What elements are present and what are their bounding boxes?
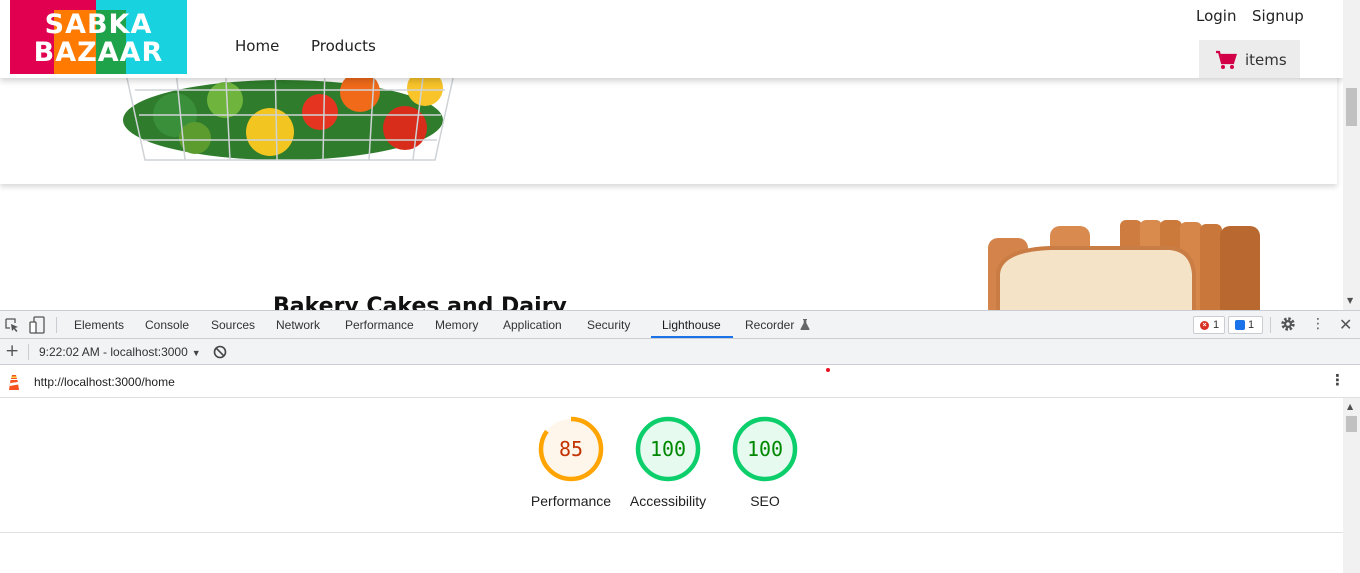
site-header: SABKA BAZAAR Home Products Login Signup …	[0, 0, 1343, 78]
scroll-down-arrow-icon[interactable]: ▼	[1347, 296, 1353, 305]
tab-recorder[interactable]: Recorder	[745, 318, 810, 332]
cart-icon	[1216, 50, 1237, 69]
gauge-accessibility[interactable]: 100 Accessibility	[618, 416, 718, 509]
message-icon	[1235, 320, 1245, 330]
devtools-tab-bar: Elements Console Sources Network Perform…	[0, 311, 1360, 339]
sabka-bazaar-logo[interactable]: SABKA BAZAAR	[10, 0, 187, 74]
devtools-panel: Elements Console Sources Network Perform…	[0, 310, 1360, 573]
toolbar-divider	[56, 317, 57, 333]
page-scroll-thumb[interactable]	[1346, 88, 1357, 126]
error-count-badge[interactable]: × 1	[1193, 316, 1225, 334]
tab-elements[interactable]: Elements	[74, 318, 124, 332]
page-viewport: Bakery Cakes and Dairy SABKA BAZAAR Home…	[0, 0, 1343, 310]
seo-score: 100	[746, 437, 784, 461]
cart-items-label: items	[1245, 51, 1287, 69]
cart-button[interactable]: items	[1199, 40, 1300, 78]
message-count-badge[interactable]: 1	[1228, 316, 1263, 334]
active-tab-indicator	[651, 336, 733, 338]
toolbar-divider	[28, 344, 29, 360]
tab-network[interactable]: Network	[276, 318, 320, 332]
tab-performance[interactable]: Performance	[345, 318, 414, 332]
close-devtools-icon[interactable]: ✕	[1339, 315, 1352, 334]
inspect-element-icon[interactable]	[4, 317, 20, 333]
report-history-select[interactable]: 9:22:02 AM - localhost:3000 ▼	[39, 345, 201, 359]
tab-console[interactable]: Console	[145, 318, 189, 332]
report-menu-icon[interactable]: ⋮	[1330, 371, 1345, 389]
clear-reports-icon[interactable]	[213, 345, 227, 359]
gauge-performance[interactable]: 85 Performance	[521, 416, 621, 509]
experiment-flask-icon	[800, 319, 810, 330]
page-scrollbar[interactable]: ▼	[1343, 0, 1360, 310]
signup-link[interactable]: Signup	[1252, 7, 1304, 25]
login-link[interactable]: Login	[1196, 7, 1236, 25]
scroll-up-arrow-icon[interactable]: ▲	[1347, 402, 1353, 411]
lighthouse-logo-icon	[9, 375, 19, 390]
report-divider	[0, 532, 1343, 533]
lighthouse-report: 85 Performance 100 Accessibility 100 SEO	[0, 398, 1343, 573]
tab-recorder-label: Recorder	[745, 318, 795, 332]
nav-home-link[interactable]: Home	[235, 37, 279, 55]
tab-sources[interactable]: Sources	[211, 318, 255, 332]
report-scroll-thumb[interactable]	[1346, 416, 1357, 432]
tab-application[interactable]: Application	[503, 318, 562, 332]
toolbar-divider	[1270, 317, 1271, 333]
dropdown-caret-icon: ▼	[191, 348, 201, 358]
more-options-icon[interactable]: ⋮	[1311, 315, 1325, 332]
device-toolbar-icon[interactable]	[29, 316, 45, 334]
accessibility-score: 100	[649, 437, 687, 461]
tab-memory[interactable]: Memory	[435, 318, 478, 332]
lighthouse-toolbar: + 9:22:02 AM - localhost:3000 ▼	[0, 339, 1360, 365]
new-report-plus-icon[interactable]: +	[5, 341, 19, 361]
bread-image	[988, 220, 1260, 310]
lighthouse-url-bar: http://localhost:3000/home ⋮	[0, 365, 1360, 398]
performance-label: Performance	[530, 493, 612, 509]
performance-score: 85	[558, 437, 584, 461]
seo-label: SEO	[750, 493, 780, 509]
gauge-seo[interactable]: 100 SEO	[715, 416, 815, 509]
settings-gear-icon[interactable]	[1280, 316, 1296, 332]
fruits-banner[interactable]	[0, 60, 1337, 184]
bakery-title: Bakery Cakes and Dairy	[273, 294, 567, 310]
error-icon: ×	[1200, 321, 1209, 330]
nav-products-link[interactable]: Products	[311, 37, 376, 55]
report-url[interactable]: http://localhost:3000/home	[34, 375, 175, 389]
accessibility-label: Accessibility	[629, 493, 707, 509]
bakery-banner[interactable]: Bakery Cakes and Dairy	[0, 194, 1337, 310]
red-dot-indicator	[826, 368, 830, 372]
tab-security[interactable]: Security	[587, 318, 630, 332]
report-scrollbar[interactable]: ▲	[1343, 398, 1360, 573]
tab-lighthouse[interactable]: Lighthouse	[662, 318, 721, 332]
